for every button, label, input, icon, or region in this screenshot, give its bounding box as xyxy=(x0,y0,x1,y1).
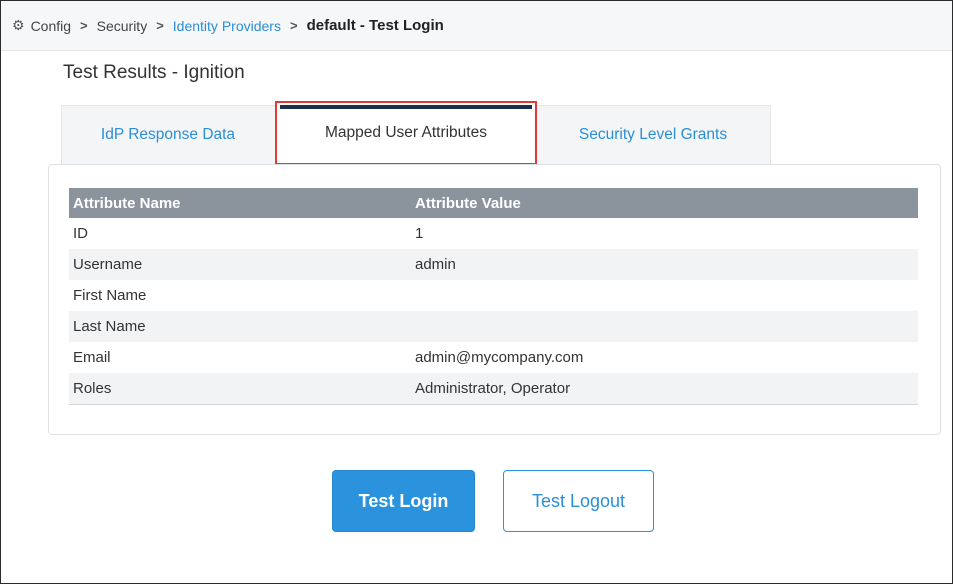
column-header-attribute-value: Attribute Value xyxy=(415,188,918,218)
attribute-name-cell: Username xyxy=(69,249,415,280)
page-title: Test Results - Ignition xyxy=(63,62,245,83)
attribute-value-cell: admin@mycompany.com xyxy=(415,342,918,373)
attribute-name-cell: Roles xyxy=(69,373,415,405)
attribute-value-cell xyxy=(415,280,918,311)
attribute-value-cell xyxy=(415,311,918,342)
test-logout-button[interactable]: Test Logout xyxy=(503,470,654,532)
chevron-right-icon: > xyxy=(156,18,164,33)
breadcrumb: ⚙ Config > Security > Identity Providers… xyxy=(1,1,952,51)
column-header-attribute-name: Attribute Name xyxy=(69,188,415,218)
table-row: Roles Administrator, Operator xyxy=(69,373,918,405)
chevron-right-icon: > xyxy=(289,18,298,33)
table-row: Username admin xyxy=(69,249,918,280)
attribute-value-cell: admin xyxy=(415,249,918,280)
gear-icon[interactable]: ⚙ xyxy=(12,17,25,34)
breadcrumb-identity-providers[interactable]: Identity Providers xyxy=(173,18,281,34)
chevron-right-icon: > xyxy=(80,18,88,33)
breadcrumb-current-page: default - Test Login xyxy=(306,17,444,34)
attribute-name-cell: Last Name xyxy=(69,311,415,342)
table-header-row: Attribute Name Attribute Value xyxy=(69,188,918,218)
tab-mapped-user-attributes[interactable]: Mapped User Attributes xyxy=(275,101,537,165)
test-login-button[interactable]: Test Login xyxy=(332,470,475,532)
table-row: Last Name xyxy=(69,311,918,342)
attribute-value-cell: Administrator, Operator xyxy=(415,373,918,405)
attribute-name-cell: Email xyxy=(69,342,415,373)
tab-security-level-grants[interactable]: Security Level Grants xyxy=(537,105,769,164)
breadcrumb-config[interactable]: Config xyxy=(31,18,71,34)
attribute-name-cell: ID xyxy=(69,218,415,249)
breadcrumb-security[interactable]: Security xyxy=(97,18,148,34)
attribute-name-cell: First Name xyxy=(69,280,415,311)
attribute-value-cell: 1 xyxy=(415,218,918,249)
table-row: Email admin@mycompany.com xyxy=(69,342,918,373)
table-row: ID 1 xyxy=(69,218,918,249)
attributes-table: Attribute Name Attribute Value ID 1 User… xyxy=(69,188,918,405)
table-row: First Name xyxy=(69,280,918,311)
tab-idp-response-data[interactable]: IdP Response Data xyxy=(61,105,275,164)
